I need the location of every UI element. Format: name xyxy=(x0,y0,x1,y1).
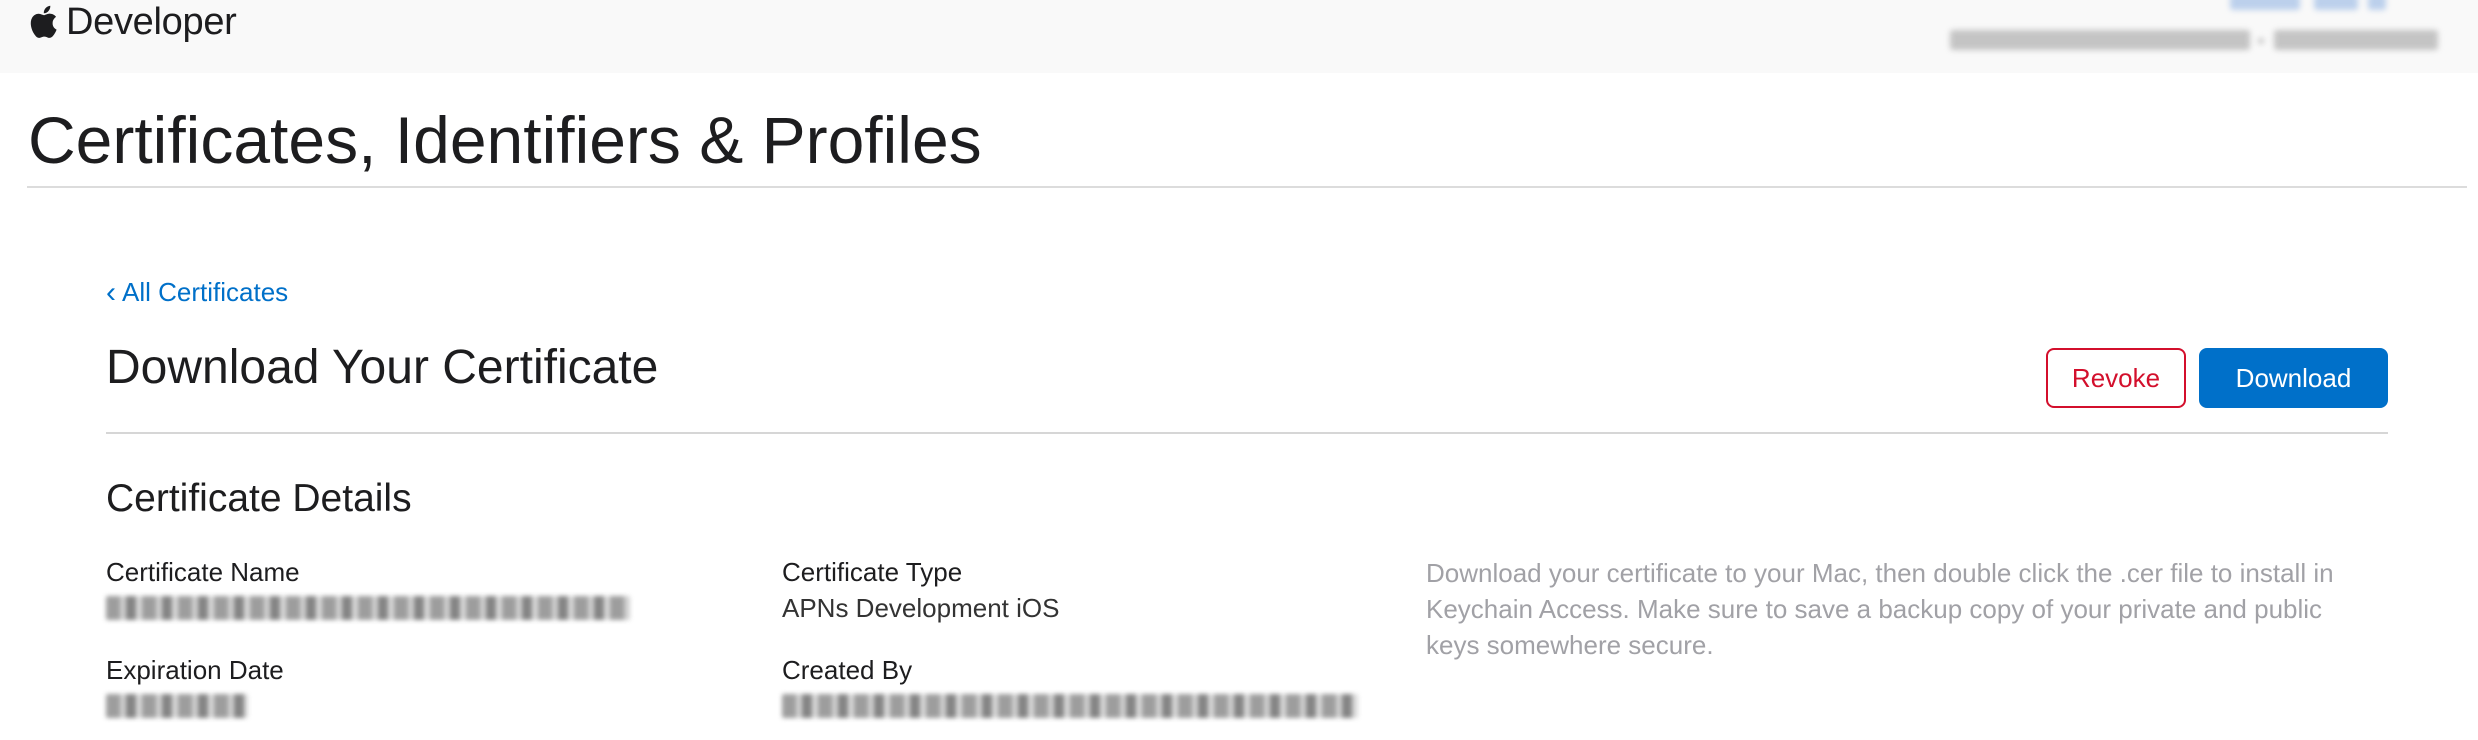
account-avatar xyxy=(2368,0,2386,10)
page-title: Certificates, Identifiers & Profiles xyxy=(28,103,982,177)
details-heading: Certificate Details xyxy=(106,477,412,520)
section-heading: Download Your Certificate xyxy=(106,341,659,394)
global-nav: Developer xyxy=(0,0,2478,73)
chevron-left-icon: ‹ xyxy=(106,275,116,309)
account-avatar xyxy=(2230,0,2300,10)
created-by-label: Created By xyxy=(782,655,913,685)
developer-brand[interactable]: Developer xyxy=(28,0,237,44)
revoke-button[interactable]: Revoke xyxy=(2046,348,2186,408)
download-instructions: Download your certificate to your Mac, t… xyxy=(1426,558,2334,660)
certificate-name-label: Certificate Name xyxy=(106,557,300,587)
account-team-id xyxy=(2274,30,2438,50)
account-info[interactable] xyxy=(1938,0,2458,73)
expiration-date-label: Expiration Date xyxy=(106,655,284,685)
section-divider xyxy=(106,432,2388,434)
certificate-name-value xyxy=(106,596,630,620)
title-divider xyxy=(27,186,2467,188)
developer-label: Developer xyxy=(66,1,237,43)
back-link-label: All Certificates xyxy=(122,277,289,307)
download-button[interactable]: Download xyxy=(2199,348,2388,408)
apple-logo-icon xyxy=(28,4,58,40)
expiration-date-value xyxy=(106,694,248,718)
all-certificates-link[interactable]: ‹ All Certificates xyxy=(106,277,288,308)
created-by-value xyxy=(782,694,1358,718)
certificate-type-label: Certificate Type xyxy=(782,557,963,587)
account-team-name xyxy=(1950,30,2250,50)
certificate-type-value: APNs Development iOS xyxy=(782,593,1060,623)
account-avatar xyxy=(2314,0,2358,10)
account-team-separator xyxy=(2258,38,2264,44)
